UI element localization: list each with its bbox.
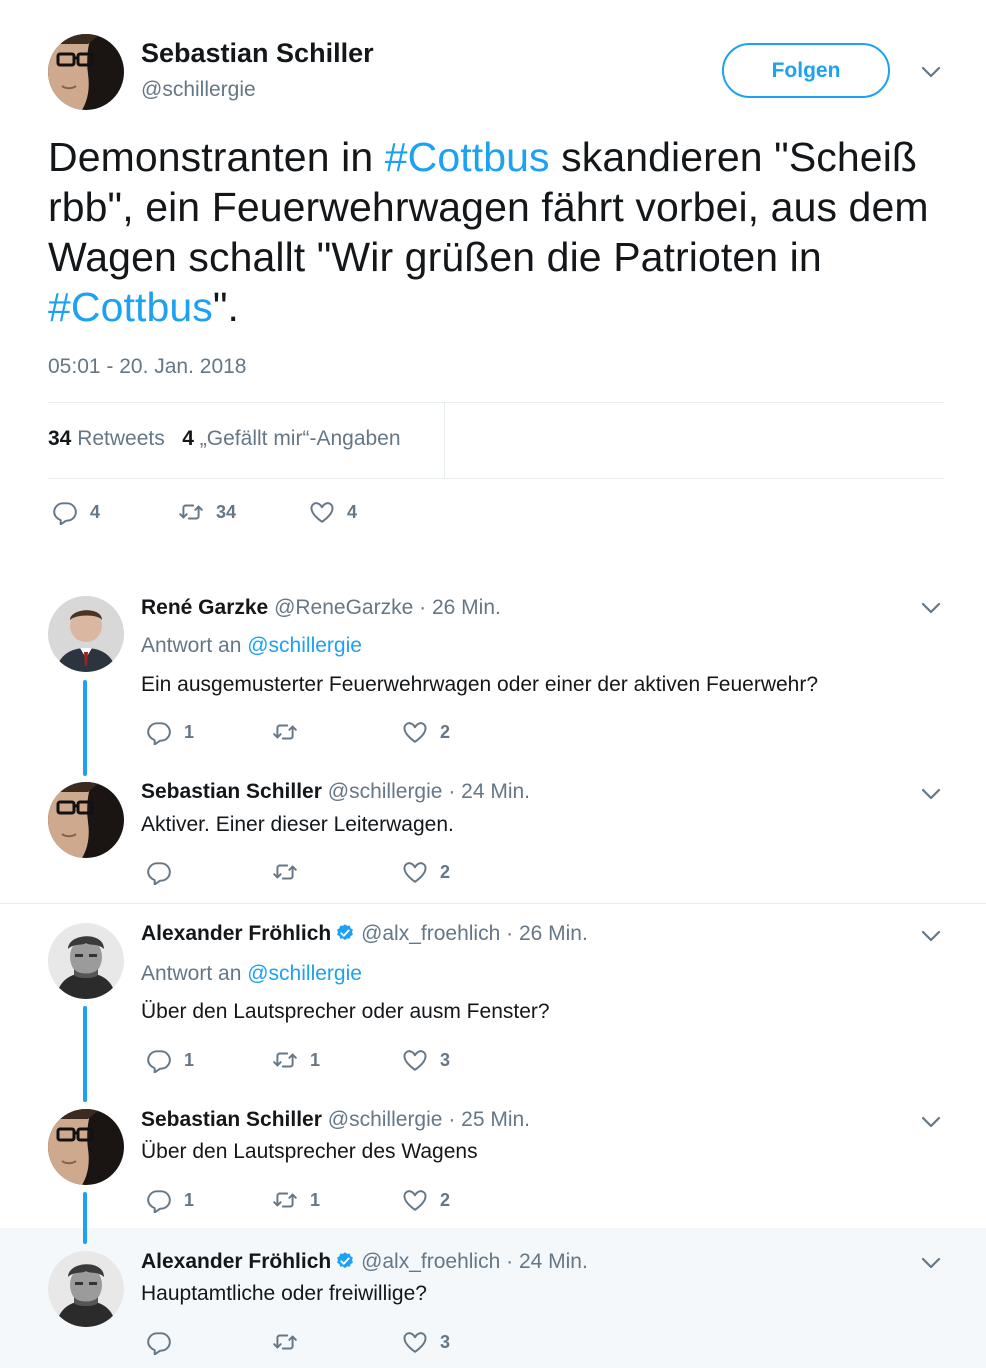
- reply-avatar[interactable]: [48, 782, 124, 858]
- reply-header: Sebastian Schiller @schillergie · 24 Min…: [141, 780, 530, 804]
- hashtag-link[interactable]: #Cottbus: [48, 284, 213, 330]
- reply-button[interactable]: 1: [146, 719, 194, 745]
- reply-text: Über den Lautsprecher oder ausm Fenster?: [141, 1000, 550, 1023]
- reply-button[interactable]: [146, 859, 184, 885]
- reply-avatar[interactable]: [48, 1251, 124, 1327]
- retweet-button[interactable]: [272, 1329, 310, 1355]
- divider: [48, 478, 944, 479]
- reply-button[interactable]: 4: [52, 499, 100, 525]
- reply-header: Sebastian Schiller @schillergie · 25 Min…: [141, 1108, 530, 1132]
- reply-to-line: Antwort an @schillergie: [141, 962, 362, 985]
- retweet-button[interactable]: [272, 859, 310, 885]
- hashtag-link[interactable]: #Cottbus: [385, 134, 550, 180]
- reply-text: Hauptamtliche oder freiwillige?: [141, 1282, 427, 1305]
- heart-icon: [402, 719, 428, 745]
- heart-icon: [402, 859, 428, 885]
- follow-button[interactable]: Folgen: [722, 43, 890, 98]
- reply-avatar[interactable]: [48, 596, 124, 672]
- reply-author-name[interactable]: René Garzke: [141, 596, 268, 619]
- reply-button[interactable]: [146, 1329, 184, 1355]
- retweet-icon: [272, 719, 298, 745]
- verified-badge-icon: [335, 1251, 355, 1271]
- reply-author-handle[interactable]: @alx_froehlich: [361, 922, 500, 945]
- retweet-icon: [272, 859, 298, 885]
- retweet-icon: [272, 1047, 298, 1073]
- like-button[interactable]: 2: [402, 1187, 450, 1213]
- reply-author-name[interactable]: Sebastian Schiller: [141, 780, 322, 803]
- verified-badge-icon: [335, 923, 355, 943]
- chevron-down-icon[interactable]: [921, 65, 941, 79]
- author-name[interactable]: Sebastian Schiller: [141, 38, 374, 69]
- heart-icon: [309, 499, 335, 525]
- like-button[interactable]: 4: [309, 499, 357, 525]
- retweet-button[interactable]: [272, 719, 310, 745]
- chevron-down-icon[interactable]: [921, 1115, 941, 1129]
- reply-button[interactable]: 1: [146, 1047, 194, 1073]
- heart-icon: [402, 1329, 428, 1355]
- retweet-icon: [178, 499, 204, 525]
- reply-icon: [146, 1187, 172, 1213]
- reply-icon: [146, 719, 172, 745]
- like-button[interactable]: 3: [402, 1047, 450, 1073]
- retweet-button[interactable]: 34: [178, 499, 236, 525]
- thread-line: [83, 1006, 87, 1102]
- divider: [444, 403, 445, 478]
- author-avatar[interactable]: [48, 34, 124, 110]
- reply-author-handle[interactable]: @ReneGarzke: [274, 596, 413, 619]
- reply-header: René Garzke @ReneGarzke · 26 Min.: [141, 596, 501, 620]
- like-button[interactable]: 2: [402, 719, 450, 745]
- like-stat[interactable]: 4 „Gefällt mir“-Angaben: [182, 427, 400, 450]
- reply-icon: [52, 499, 78, 525]
- chevron-down-icon[interactable]: [921, 787, 941, 801]
- retweet-icon: [272, 1329, 298, 1355]
- chevron-down-icon[interactable]: [921, 1256, 941, 1270]
- reply-author-name[interactable]: Alexander Fröhlich: [141, 922, 331, 945]
- divider: [48, 402, 944, 403]
- reply-icon: [146, 859, 172, 885]
- reply-time[interactable]: · 24 Min.: [506, 1250, 588, 1273]
- chevron-down-icon[interactable]: [921, 601, 941, 615]
- reply-to-link[interactable]: @schillergie: [247, 962, 362, 985]
- tweet-timestamp[interactable]: 05:01 - 20. Jan. 2018: [48, 355, 247, 379]
- retweet-stat[interactable]: 34 Retweets: [48, 427, 165, 450]
- reply-time[interactable]: · 26 Min.: [419, 596, 501, 619]
- heart-icon: [402, 1187, 428, 1213]
- like-button[interactable]: 2: [402, 859, 450, 885]
- retweet-icon: [272, 1187, 298, 1213]
- reply-author-handle[interactable]: @schillergie: [328, 1108, 443, 1131]
- heart-icon: [402, 1047, 428, 1073]
- reply-header: Alexander Fröhlich @alx_froehlich · 26 M…: [141, 922, 588, 946]
- reply-icon: [146, 1047, 172, 1073]
- reply-avatar[interactable]: [48, 1109, 124, 1185]
- divider: [0, 903, 986, 904]
- thread-line: [83, 680, 87, 776]
- reply-icon: [146, 1329, 172, 1355]
- reply-author-handle[interactable]: @schillergie: [328, 780, 443, 803]
- reply-button[interactable]: 1: [146, 1187, 194, 1213]
- tweet-text: Demonstranten in #Cottbus skandieren "Sc…: [48, 134, 929, 330]
- reply-to-link[interactable]: @schillergie: [247, 634, 362, 657]
- reply-time[interactable]: · 24 Min.: [448, 780, 530, 803]
- like-button[interactable]: 3: [402, 1329, 450, 1355]
- reply-text: Über den Lautsprecher des Wagens: [141, 1140, 478, 1163]
- tweet-stats: 34 Retweets 4 „Gefällt mir“-Angaben: [48, 427, 401, 451]
- reply-header: Alexander Fröhlich @alx_froehlich · 24 M…: [141, 1250, 588, 1274]
- reply-text: Aktiver. Einer dieser Leiterwagen.: [141, 813, 454, 836]
- thread-line: [83, 1192, 87, 1244]
- reply-time[interactable]: · 25 Min.: [448, 1108, 530, 1131]
- reply-author-name[interactable]: Alexander Fröhlich: [141, 1250, 331, 1273]
- chevron-down-icon[interactable]: [921, 929, 941, 943]
- retweet-button[interactable]: 1: [272, 1047, 320, 1073]
- reply-text: Ein ausgemusterter Feuerwehrwagen oder e…: [141, 673, 819, 696]
- reply-author-name[interactable]: Sebastian Schiller: [141, 1108, 322, 1131]
- retweet-button[interactable]: 1: [272, 1187, 320, 1213]
- reply-avatar[interactable]: [48, 923, 124, 999]
- reply-author-handle[interactable]: @alx_froehlich: [361, 1250, 500, 1273]
- author-handle[interactable]: @schillergie: [141, 78, 256, 102]
- reply-time[interactable]: · 26 Min.: [506, 922, 588, 945]
- reply-to-line: Antwort an @schillergie: [141, 634, 362, 657]
